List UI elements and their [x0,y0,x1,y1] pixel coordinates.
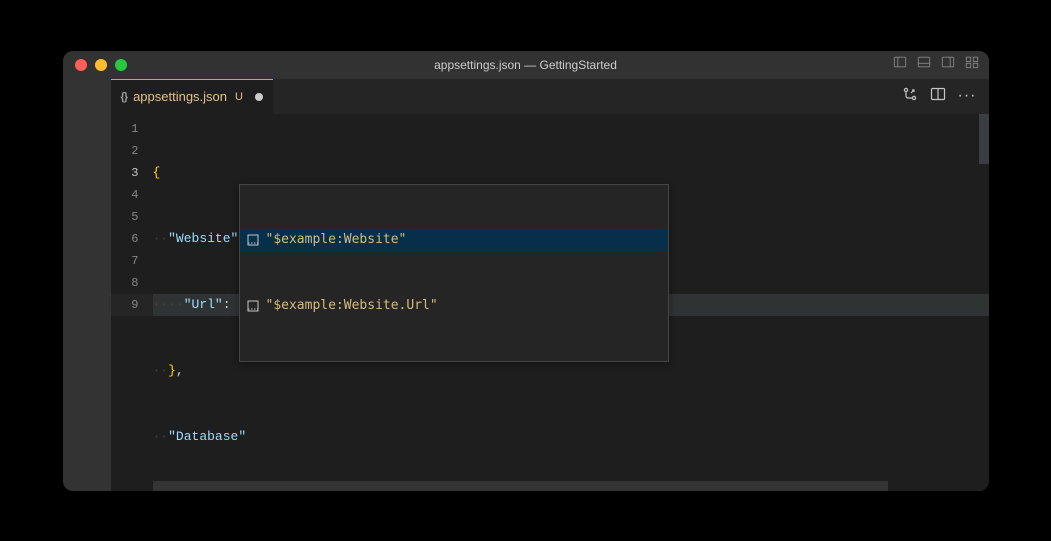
compare-changes-icon[interactable] [902,86,918,107]
line-number: 3 [111,162,139,184]
tab-appsettings[interactable]: {} appsettings.json U [111,79,273,114]
line-number: 8 [111,272,139,294]
activity-bar[interactable] [63,79,111,491]
titlebar: appsettings.json — GettingStarted [63,51,989,79]
traffic-lights [63,59,127,71]
suggestion-text: "$example:Website.Url" [266,295,438,317]
unsaved-indicator-icon [255,93,263,101]
line-number: 7 [111,250,139,272]
minimize-window-button[interactable] [95,59,107,71]
line-gutter: 1 2 3 4 5 6 7 8 9 [111,114,153,481]
close-window-button[interactable] [75,59,87,71]
more-actions-icon[interactable]: ··· [958,87,977,105]
suggestion-text: "$example:Website" [266,229,407,251]
line-number: 5 [111,206,139,228]
tab-actions: ··· [902,79,989,114]
snippet-icon [246,299,260,313]
title-layout-controls [893,55,979,74]
code-line[interactable]: { [153,162,989,184]
editor-area: {} appsettings.json U ··· 1 2 3 4 5 [111,79,989,491]
overview-ruler[interactable] [979,114,989,164]
main-area: {} appsettings.json U ··· 1 2 3 4 5 [63,79,989,491]
suggestion-widget[interactable]: "$example:Website" "$example:Website.Url… [239,184,669,362]
suggestion-item[interactable]: "$example:Website" [240,229,668,251]
tabs-row: {} appsettings.json U ··· [111,79,989,114]
tab-filename: appsettings.json [133,89,227,104]
snippet-icon [246,233,260,247]
scrollbar-thumb[interactable] [153,481,889,491]
code-content[interactable]: { ··"Website": ·{ ····"Url": "" ··}, ··"… [153,114,989,481]
suggestion-item[interactable]: "$example:Website.Url" [240,295,668,317]
split-editor-icon[interactable] [930,86,946,107]
tab-git-status: U [235,91,243,103]
editor-window: appsettings.json — GettingStarted {} app… [63,51,989,491]
code-line[interactable]: ··"Database" [153,426,989,448]
line-number: 1 [111,118,139,140]
panel-left-icon[interactable] [893,55,907,74]
layout-grid-icon[interactable] [965,55,979,74]
code-line[interactable]: ··}, [153,360,989,382]
json-file-icon: {} [121,91,128,103]
panel-bottom-icon[interactable] [917,55,931,74]
line-number: 2 [111,140,139,162]
line-number: 6 [111,228,139,250]
window-title: appsettings.json — GettingStarted [63,58,989,72]
code-editor[interactable]: 1 2 3 4 5 6 7 8 9 { ··"Website": ·{ ····… [111,114,989,481]
horizontal-scrollbar[interactable] [153,481,989,491]
line-number: 9 [111,294,139,316]
panel-right-icon[interactable] [941,55,955,74]
line-number: 4 [111,184,139,206]
maximize-window-button[interactable] [115,59,127,71]
